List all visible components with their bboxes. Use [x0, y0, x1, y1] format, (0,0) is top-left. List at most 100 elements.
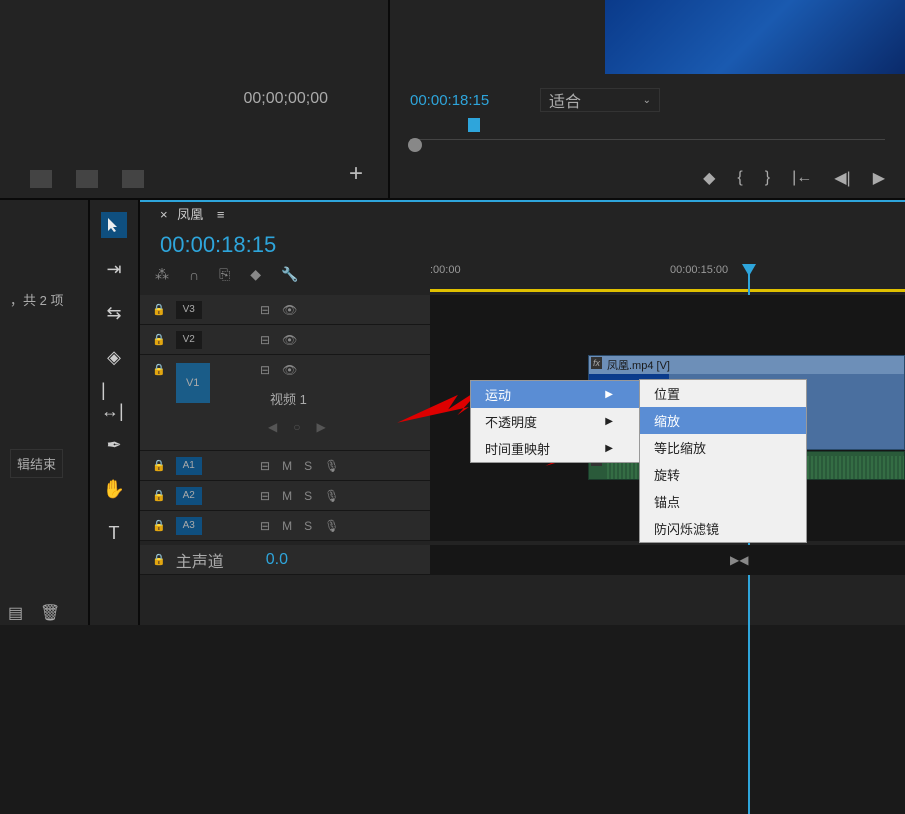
source-monitor-panel: 00;00;00;00 + — [0, 0, 390, 198]
chevron-down-icon: ⌄ — [643, 95, 651, 106]
mic-icon[interactable]: 🎙 — [324, 519, 339, 533]
track-tag-a3[interactable]: A3 — [176, 517, 202, 535]
linked-selection-icon[interactable]: ⎘ — [219, 266, 230, 283]
mark-out-icon[interactable]: } — [765, 169, 770, 187]
sync-lock-icon[interactable]: ⊟ — [260, 333, 270, 347]
menu-item-rotation[interactable]: 旋转 — [640, 461, 806, 488]
solo-toggle[interactable]: S — [304, 459, 312, 473]
export-frame-icon[interactable] — [30, 170, 52, 188]
ruler-tick: 00:00:15:00 — [670, 264, 728, 276]
mute-toggle[interactable]: M — [282, 459, 292, 473]
ruler-tick: :00:00 — [430, 264, 461, 276]
go-to-in-icon[interactable]: |← — [792, 169, 812, 187]
sync-lock-icon[interactable]: ⊟ — [260, 519, 270, 533]
marker-tl-icon[interactable]: ◆ — [250, 266, 261, 283]
camera-icon[interactable] — [122, 170, 144, 188]
trash-icon[interactable]: 🗑 — [40, 603, 54, 617]
step-back-icon[interactable]: ◀| — [834, 168, 850, 188]
settings-wrench-icon[interactable]: 🔧 — [281, 266, 298, 283]
project-panel: ，共 2 项 辑结束 ▤ 🗑 — [0, 200, 90, 625]
submenu-arrow-icon: ▶ — [605, 389, 613, 400]
lock-icon[interactable]: 🔒 — [152, 519, 166, 532]
lock-icon[interactable]: 🔒 — [152, 553, 166, 566]
magnet-icon[interactable]: ∩ — [189, 267, 199, 283]
track-tag-a1[interactable]: A1 — [176, 457, 202, 475]
track-v1-label: 视频 1 — [270, 389, 307, 408]
program-monitor-panel: 00:00:18:15 适合 ⌄ ◆ { } |← ◀| ▶ — [390, 0, 905, 198]
sync-lock-icon[interactable]: ⊟ — [260, 459, 270, 473]
menu-item-opacity[interactable]: 不透明度▶ — [471, 408, 639, 435]
keyframe-nav-icon[interactable]: ▶◀ — [730, 553, 748, 567]
solo-toggle[interactable]: S — [304, 489, 312, 503]
eye-icon[interactable]: 👁 — [282, 303, 297, 317]
lock-icon[interactable]: 🔒 — [152, 363, 166, 376]
mix-value[interactable]: 0.0 — [266, 551, 288, 569]
menu-item-flicker[interactable]: 防闪烁滤镜 — [640, 515, 806, 542]
timeline-timecode[interactable]: 00:00:18:15 — [160, 232, 276, 258]
prev-kf-icon[interactable]: ◀ — [268, 420, 277, 434]
menu-item-anchor[interactable]: 锚点 — [640, 488, 806, 515]
menu-item-uniform-scale[interactable]: 等比缩放 — [640, 434, 806, 461]
scrub-handle[interactable] — [408, 138, 422, 152]
sequence-tab[interactable]: × 凤凰 ≡ — [160, 204, 224, 223]
zoom-fit-dropdown[interactable]: 适合 ⌄ — [540, 88, 660, 112]
menu-item-scale[interactable]: 缩放 — [640, 407, 806, 434]
lock-icon[interactable]: 🔒 — [152, 459, 166, 472]
list-view-icon[interactable]: ▤ — [8, 603, 22, 617]
submenu-arrow-icon: ▶ — [605, 443, 613, 454]
track-v3: 🔒 V3 ⊟ 👁 — [140, 295, 905, 325]
mute-toggle[interactable]: M — [282, 519, 292, 533]
ripple-edit-tool[interactable]: ⇆ — [101, 300, 127, 326]
snap-icon[interactable]: ⁂ — [155, 266, 169, 283]
sync-lock-icon[interactable]: ⊟ — [260, 303, 270, 317]
solo-toggle[interactable]: S — [304, 519, 312, 533]
type-tool[interactable]: T — [101, 520, 127, 546]
pen-tool[interactable]: ✒ — [101, 432, 127, 458]
track-tag-v3[interactable]: V3 — [176, 301, 202, 319]
sync-lock-icon[interactable]: ⊟ — [260, 363, 270, 377]
add-button-icon[interactable]: + — [349, 160, 363, 188]
razor-tool[interactable]: ◈ — [101, 344, 127, 370]
track-v2: 🔒 V2 ⊟ 👁 — [140, 325, 905, 355]
marker-icon[interactable]: ◆ — [703, 168, 715, 188]
play-icon[interactable]: ▶ — [873, 168, 885, 188]
mute-toggle[interactable]: M — [282, 489, 292, 503]
mic-icon[interactable]: 🎙 — [324, 489, 339, 503]
mic-icon[interactable]: 🎙 — [324, 459, 339, 473]
track-tag-v2[interactable]: V2 — [176, 331, 202, 349]
lock-icon[interactable]: 🔒 — [152, 489, 166, 502]
hand-tool[interactable]: ✋ — [101, 476, 127, 502]
insert-icon[interactable] — [76, 170, 98, 188]
program-time-ruler[interactable] — [410, 120, 885, 140]
tools-panel: ⇥ ⇆ ◈ |↔| ✒ ✋ T — [90, 200, 140, 625]
next-kf-icon[interactable]: ▶ — [316, 420, 325, 434]
sync-lock-icon[interactable]: ⊟ — [260, 489, 270, 503]
track-tag-a2[interactable]: A2 — [176, 487, 202, 505]
project-item-count: ，共 2 项 — [10, 290, 78, 309]
add-kf-icon[interactable]: ○ — [293, 420, 300, 434]
clip-label: 凤凰.mp4 [V] — [607, 357, 670, 373]
selection-tool[interactable] — [101, 212, 127, 238]
eye-icon[interactable]: 👁 — [282, 333, 297, 347]
menu-item-timeremap[interactable]: 时间重映射▶ — [471, 435, 639, 462]
lock-icon[interactable]: 🔒 — [152, 303, 166, 316]
program-playhead[interactable] — [468, 118, 480, 132]
mark-in-icon[interactable]: { — [737, 169, 742, 187]
program-video-preview — [605, 0, 905, 74]
context-menu-effects: 运动▶ 不透明度▶ 时间重映射▶ — [470, 380, 640, 463]
program-timecode[interactable]: 00:00:18:15 — [410, 92, 489, 109]
track-tag-v1[interactable]: V1 — [176, 363, 210, 403]
eye-icon[interactable]: 👁 — [282, 363, 297, 377]
menu-item-motion[interactable]: 运动▶ — [471, 381, 639, 408]
timeline-ruler[interactable]: :00:00 00:00:15:00 — [430, 262, 905, 292]
menu-item-position[interactable]: 位置 — [640, 380, 806, 407]
slip-tool[interactable]: |↔| — [101, 388, 127, 414]
track-select-tool[interactable]: ⇥ — [101, 256, 127, 282]
lock-icon[interactable]: 🔒 — [152, 333, 166, 346]
submenu-arrow-icon: ▶ — [605, 416, 613, 427]
track-mix: 🔒主声道0.0 ▶◀ — [140, 545, 905, 575]
context-submenu-motion: 位置 缩放 等比缩放 旋转 锚点 防闪烁滤镜 — [639, 379, 807, 543]
project-item-label[interactable]: 辑结束 — [10, 449, 63, 478]
source-timecode: 00;00;00;00 — [243, 90, 328, 108]
fit-label: 适合 — [549, 88, 581, 112]
